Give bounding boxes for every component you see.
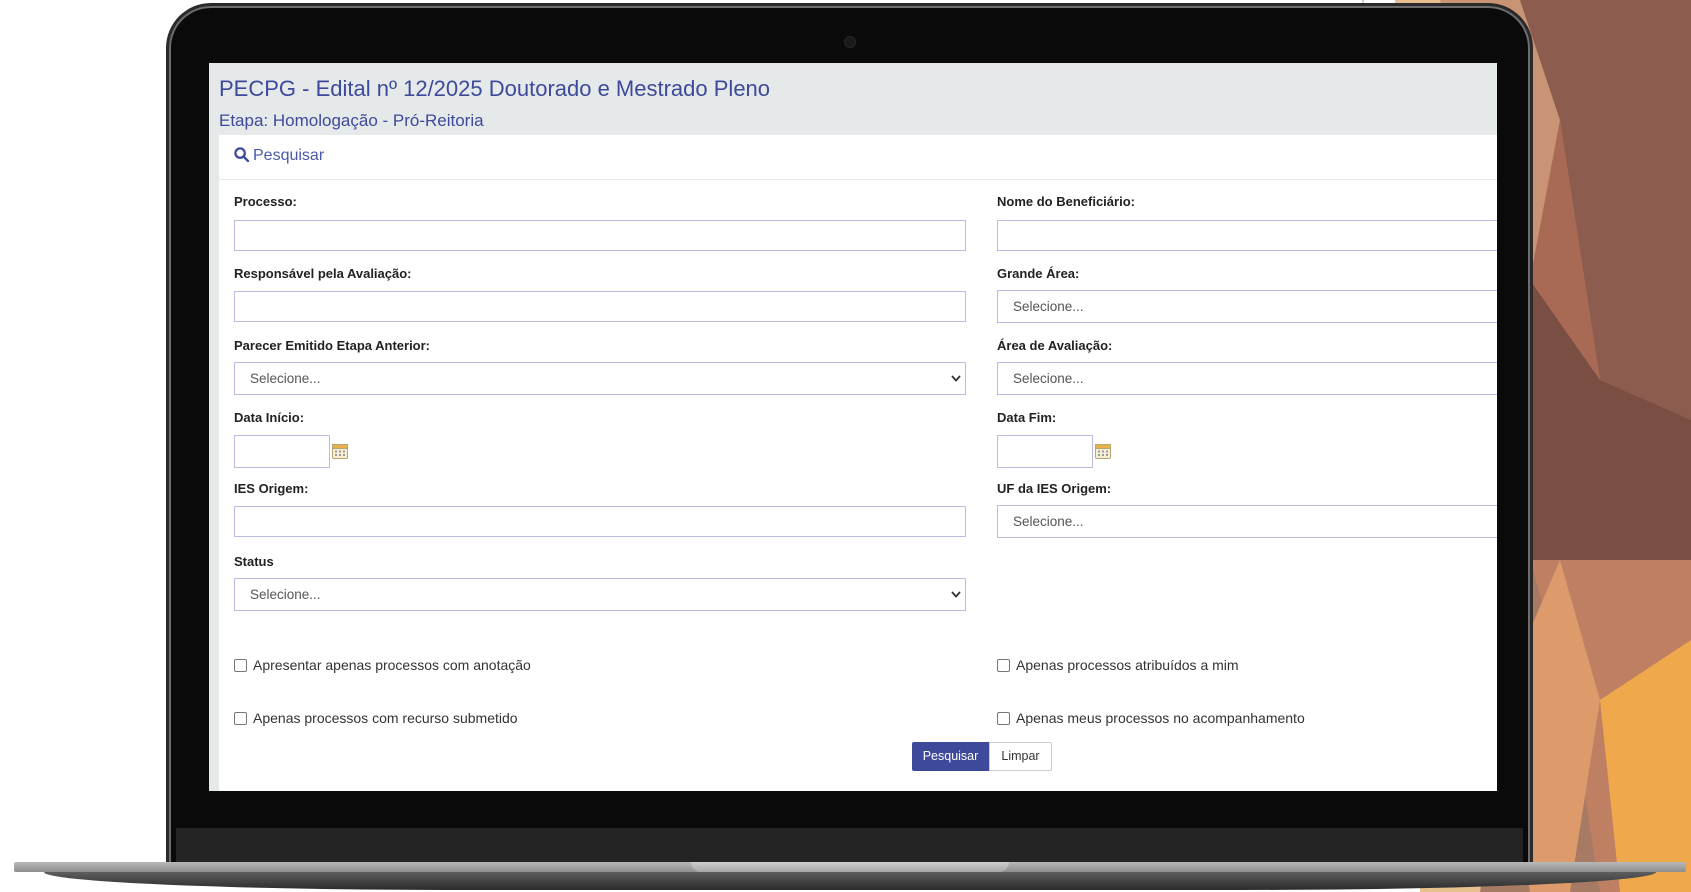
search-panel-heading[interactable]: Pesquisar xyxy=(234,147,324,165)
processo-input[interactable] xyxy=(234,220,966,251)
parecer-value: Selecione... xyxy=(250,371,321,386)
atribuidos-checkbox[interactable] xyxy=(997,659,1010,672)
divider xyxy=(219,179,1497,180)
laptop-bottom-bezel xyxy=(176,828,1523,864)
calendar-icon[interactable] xyxy=(1095,443,1111,459)
uf-ies-select[interactable]: Selecione... xyxy=(997,505,1497,538)
laptop-screen: PECPG - Edital nº 12/2025 Doutorado e Me… xyxy=(209,63,1497,791)
acompanhamento-checkbox[interactable] xyxy=(997,712,1010,725)
uf-ies-label: UF da IES Origem: xyxy=(997,481,1112,496)
atribuidos-checkbox-label[interactable]: Apenas processos atribuídos a mim xyxy=(1016,657,1239,673)
area-avaliacao-value: Selecione... xyxy=(1013,371,1084,386)
uf-ies-value: Selecione... xyxy=(1013,514,1084,529)
data-fim-input[interactable] xyxy=(997,435,1093,468)
anotacao-checkbox-label[interactable]: Apresentar apenas processos com anotação xyxy=(253,657,531,673)
status-select[interactable]: Selecione... xyxy=(234,578,966,611)
processo-label: Processo: xyxy=(234,194,297,209)
area-avaliacao-label: Área de Avaliação: xyxy=(997,338,1113,353)
beneficiario-input[interactable] xyxy=(997,220,1497,251)
page-title: PECPG - Edital nº 12/2025 Doutorado e Me… xyxy=(219,76,771,101)
parecer-label: Parecer Emitido Etapa Anterior: xyxy=(234,338,431,353)
recurso-checkbox-label[interactable]: Apenas processos com recurso submetido xyxy=(253,710,518,726)
webcam xyxy=(844,36,856,48)
data-fim-label: Data Fim: xyxy=(997,410,1057,425)
search-panel-heading-label: Pesquisar xyxy=(253,147,325,164)
clear-button[interactable]: Limpar xyxy=(989,742,1052,771)
status-label: Status xyxy=(234,554,274,569)
calendar-icon[interactable] xyxy=(332,443,348,459)
search-icon xyxy=(234,147,250,163)
chevron-down-icon xyxy=(951,375,961,382)
page-header: PECPG - Edital nº 12/2025 Doutorado e Me… xyxy=(209,63,1497,135)
area-avaliacao-select[interactable]: Selecione... xyxy=(997,362,1497,395)
search-button[interactable]: Pesquisar xyxy=(912,742,989,771)
page-subtitle: Etapa: Homologação - Pró-Reitoria xyxy=(219,111,484,130)
parecer-select[interactable]: Selecione... xyxy=(234,362,966,395)
responsavel-input[interactable] xyxy=(234,291,966,322)
anotacao-checkbox[interactable] xyxy=(234,659,247,672)
grande-area-label: Grande Área: xyxy=(997,266,1080,281)
ies-origem-label: IES Origem: xyxy=(234,481,309,496)
data-inicio-label: Data Início: xyxy=(234,410,305,425)
laptop-base xyxy=(14,862,1686,892)
responsavel-label: Responsável pela Avaliação: xyxy=(234,266,412,281)
grande-area-value: Selecione... xyxy=(1013,299,1084,314)
chevron-down-icon xyxy=(951,591,961,598)
ies-origem-input[interactable] xyxy=(234,506,966,537)
left-gutter xyxy=(209,135,219,791)
recurso-checkbox[interactable] xyxy=(234,712,247,725)
data-inicio-input[interactable] xyxy=(234,435,330,468)
grande-area-select[interactable]: Selecione... xyxy=(997,290,1497,323)
laptop-hinge-notch xyxy=(691,862,1009,872)
status-value: Selecione... xyxy=(250,587,321,602)
beneficiario-label: Nome do Beneficiário: xyxy=(997,194,1135,209)
acompanhamento-checkbox-label[interactable]: Apenas meus processos no acompanhamento xyxy=(1016,710,1305,726)
